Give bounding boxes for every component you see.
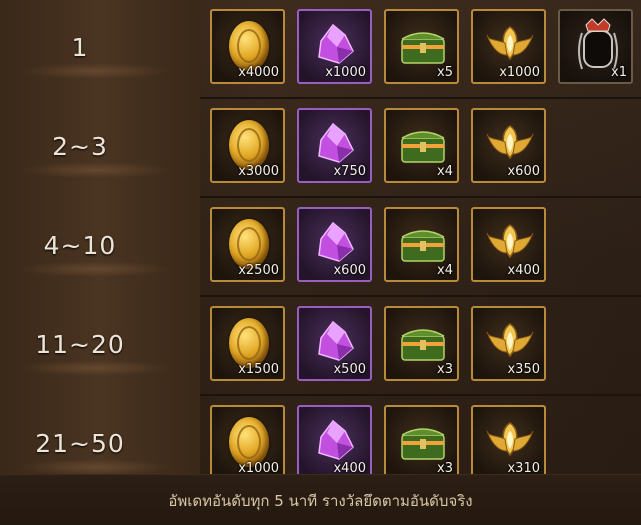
reward-quantity: x4: [437, 263, 453, 278]
green-chest-icon: [401, 428, 445, 460]
reward-quantity: x350: [507, 362, 540, 377]
green-chest-icon: [401, 32, 445, 64]
gold-coin-icon: [229, 21, 269, 71]
reward-slot-green-chest[interactable]: x5: [384, 9, 459, 84]
golden-wings-icon: [486, 224, 534, 259]
reward-slot-gold-coin[interactable]: x3000: [210, 108, 285, 183]
golden-wings-icon: [486, 125, 534, 160]
reward-slot-gold-coin[interactable]: x1500: [210, 306, 285, 381]
ranking-reward-panel: 1 x4000 x1000 x5 x1000 x1 2~3 x3000 x750…: [0, 0, 641, 525]
rank-label: 4~10: [43, 231, 117, 260]
purple-crystal-icon: [318, 320, 354, 361]
reward-slot-green-chest[interactable]: x4: [384, 207, 459, 282]
reward-row: 2~3 x3000 x750 x4 x600: [0, 99, 641, 198]
gold-coin-icon: [229, 219, 269, 269]
green-chest-icon: [401, 230, 445, 262]
reward-slot-purple-crystal[interactable]: x600: [297, 207, 372, 282]
reward-slot-green-chest[interactable]: x3: [384, 405, 459, 480]
reward-slot-gold-coin[interactable]: x1000: [210, 405, 285, 480]
reward-quantity: x4000: [238, 65, 279, 80]
reward-slot-purple-crystal[interactable]: x1000: [297, 9, 372, 84]
reward-quantity: x1500: [238, 362, 279, 377]
rank-cell: 4~10: [0, 198, 200, 297]
golden-wings-icon: [486, 323, 534, 358]
reward-quantity: x600: [333, 263, 366, 278]
reward-row: 1 x4000 x1000 x5 x1000 x1: [0, 0, 641, 99]
reward-slot-green-chest[interactable]: x4: [384, 108, 459, 183]
purple-crystal-icon: [318, 221, 354, 262]
green-chest-icon: [401, 131, 445, 163]
reward-row: 11~20 x1500 x500 x3 x350: [0, 297, 641, 396]
rank-label: 21~50: [35, 429, 125, 458]
reward-quantity: x3000: [238, 164, 279, 179]
reward-slot-portrait-frame[interactable]: x1: [558, 9, 633, 84]
purple-crystal-icon: [318, 23, 354, 64]
golden-wings-icon: [486, 422, 534, 457]
gold-coin-icon: [229, 318, 269, 368]
reward-slot-green-chest[interactable]: x3: [384, 306, 459, 381]
rank-cell: 1: [0, 0, 200, 99]
update-notice: อัพเดทอันดับทุก 5 นาที รางวัลยึดตามอันดั…: [168, 492, 473, 510]
reward-quantity: x2500: [238, 263, 279, 278]
gold-coin-icon: [229, 417, 269, 467]
reward-quantity: x600: [507, 164, 540, 179]
reward-quantity: x4: [437, 164, 453, 179]
reward-slot-purple-crystal[interactable]: x750: [297, 108, 372, 183]
green-chest-icon: [401, 329, 445, 361]
rank-label: 1: [71, 33, 89, 62]
reward-slot-gold-coin[interactable]: x4000: [210, 9, 285, 84]
rank-label: 11~20: [35, 330, 125, 359]
reward-slot-golden-wings[interactable]: x400: [471, 207, 546, 282]
gold-coin-icon: [229, 120, 269, 170]
reward-slot-purple-crystal[interactable]: x400: [297, 405, 372, 480]
reward-quantity: x5: [437, 65, 453, 80]
reward-slot-golden-wings[interactable]: x310: [471, 405, 546, 480]
reward-slot-gold-coin[interactable]: x2500: [210, 207, 285, 282]
reward-quantity: x1: [611, 65, 627, 80]
reward-row: 4~10 x2500 x600 x4 x400: [0, 198, 641, 297]
reward-quantity: x3: [437, 362, 453, 377]
golden-wings-icon: [486, 26, 534, 61]
purple-crystal-icon: [318, 419, 354, 460]
reward-quantity: x400: [507, 263, 540, 278]
reward-slot-golden-wings[interactable]: x1000: [471, 9, 546, 84]
reward-quantity: x500: [333, 362, 366, 377]
footer-bar: อัพเดทอันดับทุก 5 นาที รางวัลยึดตามอันดั…: [0, 474, 641, 525]
rank-cell: 2~3: [0, 99, 200, 198]
reward-quantity: x1000: [325, 65, 366, 80]
reward-slot-purple-crystal[interactable]: x500: [297, 306, 372, 381]
reward-slot-golden-wings[interactable]: x350: [471, 306, 546, 381]
rank-label: 2~3: [52, 132, 108, 161]
reward-quantity: x1000: [499, 65, 540, 80]
purple-crystal-icon: [318, 122, 354, 163]
reward-slot-golden-wings[interactable]: x600: [471, 108, 546, 183]
rank-cell: 11~20: [0, 297, 200, 396]
reward-quantity: x750: [333, 164, 366, 179]
